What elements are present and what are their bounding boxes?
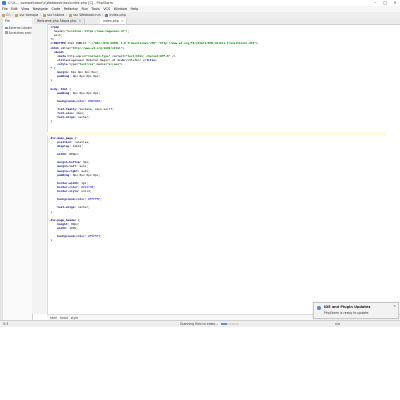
menu-refactor[interactable]: Refactor <box>64 7 78 11</box>
project-panel: Pr▾ Externe Libraries Scratches and Cons… <box>0 18 46 320</box>
menu-navigate[interactable]: Navigate <box>33 7 48 11</box>
menu-vcs[interactable]: VCS <box>103 7 110 11</box>
notification-body[interactable]: PhpStorm is ready to update. <box>324 311 369 315</box>
menu-help[interactable]: Help <box>131 7 139 11</box>
code-editor[interactable]: <?php header("Location: https://www.lage… <box>47 24 400 314</box>
nav-crumb-tabora[interactable]: ssc tabora › <box>43 13 67 17</box>
scratches-icon <box>5 31 8 34</box>
status-encoding[interactable]: n/a <box>335 321 340 327</box>
menu-view[interactable]: View <box>21 7 29 11</box>
menu-window[interactable]: Window <box>114 7 127 11</box>
status-indexing[interactable]: Scanning files to index... <box>180 321 240 327</box>
status-position[interactable]: 5:3 <box>3 321 8 327</box>
indexing-progress-bar <box>221 322 240 326</box>
menu-run[interactable]: Run <box>81 7 88 11</box>
close-notification-icon[interactable]: × <box>393 304 396 308</box>
tool-window-strip <box>0 18 3 320</box>
menu-code[interactable]: Code <box>52 7 61 11</box>
notification-title: IDE and Plugin Updates <box>324 305 371 309</box>
update-notification[interactable]: IDE and Plugin Updates PhpStorm is ready… <box>313 302 399 319</box>
nav-crumb-webbasic[interactable]: ssc Webbasicrun › <box>69 13 103 17</box>
code-line[interactable]: } <box>47 238 387 242</box>
phpstorm-logo-icon <box>2 1 6 5</box>
menu-edit[interactable]: Edit <box>11 7 18 11</box>
folder-icon <box>2 13 5 17</box>
nav-crumb-file[interactable]: index.php <box>105 13 126 17</box>
close-tab-icon[interactable]: × <box>121 19 124 23</box>
menu-tools[interactable]: Tools <box>91 7 99 11</box>
php-file-icon <box>105 13 109 17</box>
editor-gutter <box>32 24 48 314</box>
folder-icon <box>69 13 73 17</box>
menu-file[interactable]: File <box>2 7 8 11</box>
close-tab-icon[interactable]: × <box>78 19 81 23</box>
folder-icon <box>43 13 47 17</box>
status-bar: 5:3 Scanning files to index... n/a <box>0 320 400 327</box>
project-panel-title[interactable]: Pr▾ <box>5 19 10 23</box>
indexing-progress-fill <box>221 322 228 326</box>
info-icon <box>317 306 321 310</box>
nav-crumb-root[interactable]: C:\ › <box>2 13 13 17</box>
nav-crumb-tomopa[interactable]: ssc tomopa › <box>15 13 41 17</box>
tree-item-external-libraries[interactable]: Externe Libraries <box>5 26 35 30</box>
library-icon <box>5 26 8 30</box>
folder-icon <box>15 13 19 17</box>
